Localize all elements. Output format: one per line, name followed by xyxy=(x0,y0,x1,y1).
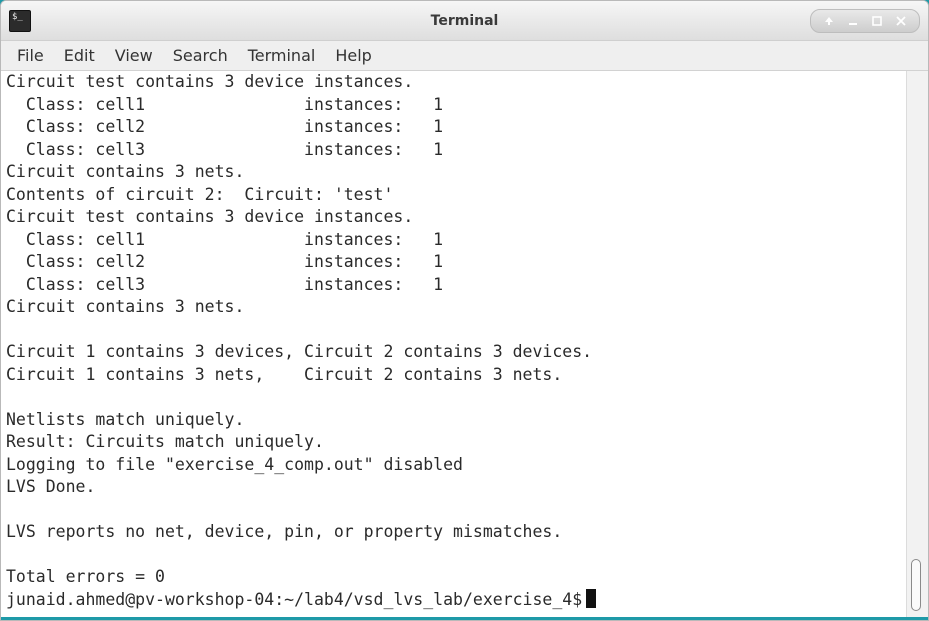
terminal-line: Class: cell2 instances: 1 xyxy=(6,252,444,271)
terminal-line: Class: cell2 instances: 1 xyxy=(6,117,444,136)
terminal-output[interactable]: Circuit test contains 3 device instances… xyxy=(1,71,906,619)
text-cursor xyxy=(586,588,597,608)
terminal-line: LVS Done. xyxy=(6,477,96,496)
terminal-line: Netlists match uniquely. xyxy=(6,409,245,429)
shell-prompt: junaid.ahmed@pv-workshop-04:~/lab4/vsd_l… xyxy=(6,589,583,609)
terminal-line: Circuit 1 contains 3 devices, Circuit 2 … xyxy=(6,342,593,361)
window-title: Terminal xyxy=(430,13,499,29)
vertical-scrollbar[interactable] xyxy=(906,71,928,619)
terminal-line: LVS reports no net, device, pin, or prop… xyxy=(6,522,563,541)
menu-bar: File Edit View Search Terminal Help xyxy=(1,41,928,71)
arrow-up-icon[interactable] xyxy=(820,12,838,30)
terminal-window: $_ Terminal File Edit View Search Termin… xyxy=(0,0,929,621)
close-icon[interactable] xyxy=(892,12,910,30)
terminal-line: Result: Circuits match uniquely. xyxy=(6,432,324,451)
window-controls xyxy=(810,9,920,33)
terminal-line: Class: cell3 instances: 1 xyxy=(6,274,444,294)
terminal-line: Circuit 1 contains 3 nets, Circuit 2 con… xyxy=(6,364,563,384)
title-bar[interactable]: $_ Terminal xyxy=(1,1,928,41)
menu-file[interactable]: File xyxy=(7,41,54,71)
menu-search[interactable]: Search xyxy=(163,41,238,71)
terminal-line: Circuit contains 3 nets. xyxy=(6,297,245,316)
minimize-icon[interactable] xyxy=(844,12,862,30)
menu-help[interactable]: Help xyxy=(325,41,381,71)
shell-prompt-line[interactable]: junaid.ahmed@pv-workshop-04:~/lab4/vsd_l… xyxy=(1,588,906,612)
terminal-line: Circuit test contains 3 device instances… xyxy=(6,207,414,226)
terminal-line: Class: cell1 instances: 1 xyxy=(6,229,444,249)
menu-terminal[interactable]: Terminal xyxy=(238,41,326,71)
terminal-line: Circuit test contains 3 device instances… xyxy=(6,72,414,91)
menu-edit[interactable]: Edit xyxy=(54,41,105,71)
terminal-line: Class: cell3 instances: 1 xyxy=(6,139,444,159)
terminal-line: Logging to file "exercise_4_comp.out" di… xyxy=(6,454,463,474)
terminal-line: Circuit contains 3 nets. xyxy=(6,162,245,181)
scrollbar-thumb[interactable] xyxy=(911,559,921,611)
terminal-line: Contents of circuit 2: Circuit: 'test' xyxy=(6,184,394,204)
terminal-line: Class: cell1 instances: 1 xyxy=(6,94,444,114)
menu-view[interactable]: View xyxy=(105,41,163,71)
terminal-line: Total errors = 0 xyxy=(6,567,165,586)
window-bottom-edge xyxy=(1,617,928,620)
maximize-icon[interactable] xyxy=(868,12,886,30)
